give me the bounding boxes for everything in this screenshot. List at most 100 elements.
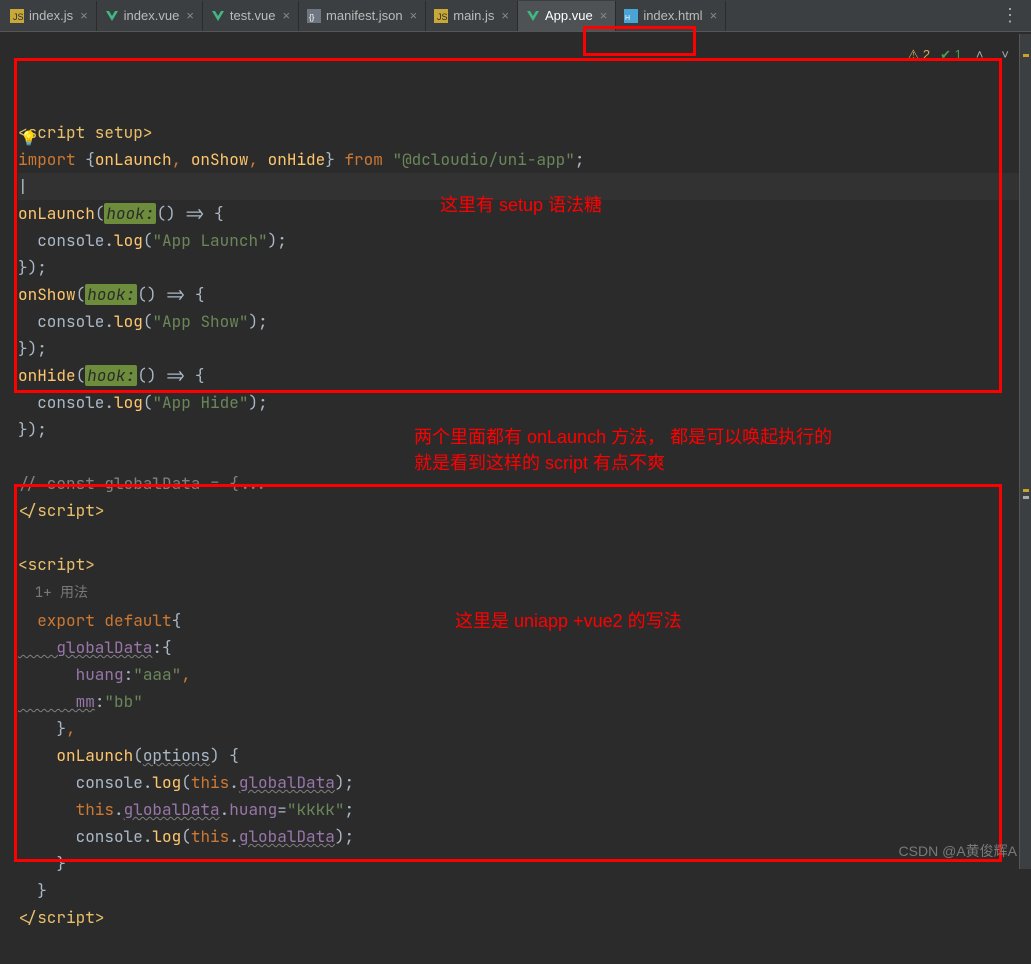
code-token: console [18, 392, 104, 413]
code-token: ; [277, 230, 287, 251]
tab-bar: JS index.js × index.vue × test.vue × {} … [0, 0, 1031, 32]
code-token: . [104, 392, 114, 413]
code-token: = [277, 799, 287, 820]
close-icon[interactable]: × [78, 8, 90, 23]
code-token: huang [18, 664, 124, 685]
chevron-down-icon[interactable]: ˅ [997, 41, 1013, 68]
code-token: : [124, 664, 134, 685]
code-token: { [85, 149, 95, 170]
code-token: export [18, 610, 104, 631]
html-icon: H [624, 9, 638, 23]
svg-text:{}: {} [309, 13, 315, 22]
tab-main-js[interactable]: JS main.js × [426, 1, 518, 31]
tab-label: test.vue [230, 8, 276, 23]
code-token: console [18, 311, 104, 332]
code-token: this [191, 826, 229, 847]
gutter-warning-marker[interactable] [1023, 489, 1029, 492]
code-token: log [152, 772, 181, 793]
code-token: mm [18, 691, 95, 712]
tab-label: index.vue [124, 8, 180, 23]
code-token: , [181, 664, 191, 685]
tab-index-html[interactable]: H index.html × [616, 1, 726, 31]
code-token: "App Show" [152, 311, 248, 332]
code-token: globalData [239, 826, 335, 847]
gutter-warning-marker[interactable] [1023, 54, 1029, 57]
code-token: : [95, 691, 105, 712]
code-token: ) [28, 338, 38, 359]
code-token: script [37, 907, 95, 928]
code-token: ( [181, 772, 191, 793]
gutter-marker[interactable] [1023, 496, 1029, 499]
code-token: ; [37, 338, 47, 359]
code-comment: // const globalData = {... [18, 473, 268, 494]
code-token: { [172, 610, 182, 631]
code-token: > [95, 500, 105, 521]
code-token: { [185, 284, 204, 305]
intention-bulb-icon[interactable]: 💡 [20, 126, 37, 153]
code-editor[interactable]: ⚠ 2 ✔ 1 ˄ ˅ <script setup> import {onLau… [0, 32, 1031, 964]
tabs-overflow-icon[interactable]: ⋮ [989, 4, 1031, 27]
tab-app-vue[interactable]: App.vue × [518, 1, 616, 31]
js-icon: JS [434, 9, 448, 23]
parameter-hint: hook: [85, 365, 137, 386]
code-token: } [18, 419, 28, 440]
tab-label: index.html [643, 8, 702, 23]
code-token: console [18, 826, 143, 847]
code-token: "App Launch" [152, 230, 267, 251]
code-token: onLaunch [95, 149, 172, 170]
code-token: log [114, 230, 143, 251]
warning-icon[interactable]: ⚠ 2 [908, 41, 931, 68]
code-token: ; [37, 257, 47, 278]
code-token: ) [28, 257, 38, 278]
parameter-hint: hook: [85, 284, 137, 305]
close-icon[interactable]: × [280, 8, 292, 23]
close-icon[interactable]: × [598, 8, 610, 23]
code-token: ; [344, 799, 354, 820]
code-token: </ [18, 907, 37, 928]
code-token: ) [28, 419, 38, 440]
check-icon[interactable]: ✔ 1 [940, 41, 962, 68]
right-gutter[interactable] [1019, 34, 1031, 869]
code-token: } [18, 853, 66, 874]
code-token: "@dcloudio/uni-app" [392, 149, 574, 170]
vue-icon [105, 9, 119, 23]
close-icon[interactable]: × [708, 8, 720, 23]
tab-label: main.js [453, 8, 494, 23]
usages-inlay[interactable]: 1+ 用法 [18, 584, 88, 602]
code-token: ; [344, 826, 354, 847]
code-token: > [143, 122, 153, 143]
code-token: this [18, 799, 114, 820]
code-token: . [143, 826, 153, 847]
tab-manifest-json[interactable]: {} manifest.json × [299, 1, 426, 31]
js-icon: JS [10, 9, 24, 23]
code-token: script setup [28, 122, 143, 143]
code-token: ; [37, 419, 47, 440]
close-icon[interactable]: × [184, 8, 196, 23]
code-token: . [104, 311, 114, 332]
code-token: onLaunch [18, 745, 133, 766]
code-token: onHide [268, 149, 326, 170]
code-token: "App Hide" [152, 392, 248, 413]
code-token: . [220, 799, 230, 820]
tab-test-vue[interactable]: test.vue × [203, 1, 299, 31]
code-token: , [248, 149, 267, 170]
code-token: console [18, 772, 143, 793]
code-token: ) [248, 311, 258, 332]
code-token: () [137, 284, 166, 305]
code-token: globalData [239, 772, 335, 793]
code-token: } [325, 149, 335, 170]
code-token: . [143, 772, 153, 793]
code-token: onHide [18, 365, 76, 386]
code-token: > [85, 554, 95, 575]
code-token: log [114, 311, 143, 332]
close-icon[interactable]: × [499, 8, 511, 23]
tab-index-vue[interactable]: index.vue × [97, 1, 203, 31]
chevron-up-icon[interactable]: ˄ [972, 41, 988, 68]
close-icon[interactable]: × [408, 8, 420, 23]
tab-index-js[interactable]: JS index.js × [2, 1, 97, 31]
code-token: , [66, 718, 76, 739]
svg-text:H: H [625, 15, 630, 22]
code-token: ; [258, 311, 268, 332]
inspection-status: ⚠ 2 ✔ 1 ˄ ˅ [908, 41, 1013, 68]
code-token: { [162, 637, 172, 658]
